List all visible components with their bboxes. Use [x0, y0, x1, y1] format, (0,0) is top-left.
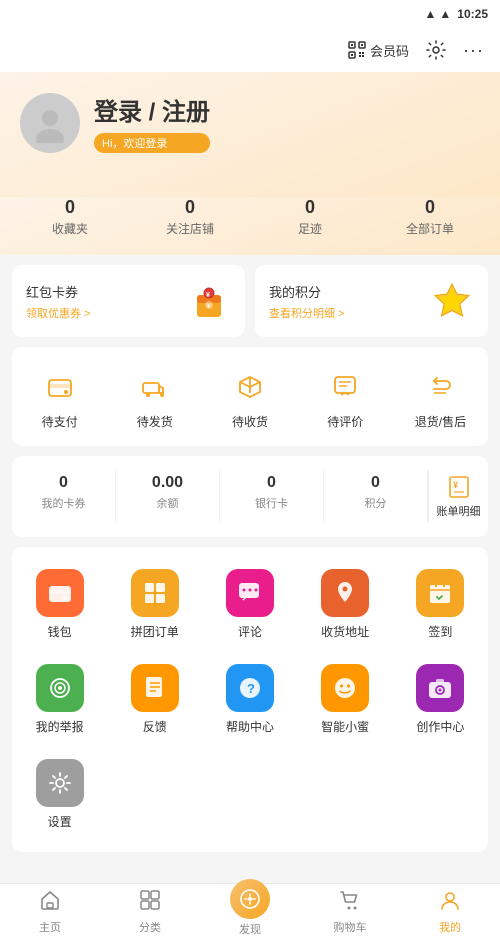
feature-item-钱包[interactable]: 钱包 — [12, 557, 107, 652]
feature-icon-收货地址 — [321, 569, 369, 617]
settings-btn[interactable] — [425, 39, 447, 61]
svg-text:¥: ¥ — [206, 292, 210, 299]
settings-icon — [425, 39, 447, 61]
feature-item-反馈[interactable]: 反馈 — [107, 652, 202, 747]
points-svg — [431, 280, 473, 322]
balance-item-我的卡券[interactable]: 0我的卡券 — [12, 470, 116, 523]
feature-item-拼团订单[interactable]: 拼团订单 — [107, 557, 202, 652]
status-time: 10:25 — [457, 7, 488, 21]
feature-icon-钱包 — [36, 569, 84, 617]
signal-icon: ▲ — [425, 7, 437, 21]
feature-item-我的举报[interactable]: 我的举报 — [12, 652, 107, 747]
member-code-btn[interactable]: 会员码 — [348, 41, 409, 60]
nav-item-我的[interactable]: 我的 — [400, 884, 500, 939]
nav-label-我的: 我的 — [439, 919, 461, 935]
balance-section-wrap: 0我的卡券0.00余额0银行卡0积分 ¥ 账单明细 — [0, 446, 500, 537]
nav-item-购物车[interactable]: 购物车 — [300, 884, 400, 939]
feature-section: 钱包 拼团订单 评论 收货地址 签到 我的举报 反馈 ? 帮助中心 — [12, 547, 488, 852]
feature-icon-评论 — [226, 569, 274, 617]
red-packet-link[interactable]: 领取优惠券 > — [26, 305, 177, 321]
feature-item-评论[interactable]: 评论 — [202, 557, 297, 652]
discover-nav — [230, 887, 270, 919]
order-section: 待支付待发货待收货待评价退货/售后 — [12, 347, 488, 446]
welcome-badge[interactable]: Hi，欢迎登录 — [94, 133, 210, 153]
feature-icon-拼团订单 — [131, 569, 179, 617]
red-packet-card[interactable]: 红包卡券 领取优惠券 > ¥ ¥ — [12, 265, 245, 337]
nav-label-主页: 主页 — [39, 919, 61, 935]
status-bar: ▲ ▲ 10:25 — [0, 0, 500, 28]
feature-icon-帮助中心: ? — [226, 664, 274, 712]
red-packet-icon: ¥ ¥ — [187, 279, 231, 323]
cards-section: 红包卡券 领取优惠券 > ¥ ¥ 我的积分 查看积分明细 > — [0, 255, 500, 337]
order-icon-待收货[interactable]: 待收货 — [202, 361, 297, 440]
cards-row: 红包卡券 领取优惠券 > ¥ ¥ 我的积分 查看积分明细 > — [12, 265, 488, 337]
bottom-nav: 主页 分类 发现 购物车 我的 — [0, 883, 500, 939]
wifi-icon: ▲ — [439, 7, 451, 21]
bill-icon: ¥ — [446, 474, 472, 500]
more-btn[interactable]: ··· — [463, 40, 484, 61]
nav-item-分类[interactable]: 分类 — [100, 884, 200, 939]
points-card[interactable]: 我的积分 查看积分明细 > — [255, 265, 488, 337]
feature-icon-我的举报 — [36, 664, 84, 712]
nav-label-分类: 分类 — [139, 919, 161, 935]
login-title[interactable]: 登录 / 注册 — [94, 92, 210, 127]
stat-item[interactable]: 0全部订单 — [370, 197, 490, 237]
more-icon: ··· — [463, 40, 484, 61]
nav-item-主页[interactable]: 主页 — [0, 884, 100, 939]
balance-item-积分[interactable]: 0积分 — [324, 470, 428, 523]
red-packet-title: 红包卡券 — [26, 282, 177, 301]
svg-text:¥: ¥ — [453, 480, 458, 490]
feature-icon-签到 — [416, 569, 464, 617]
order-icons-row: 待支付待发货待收货待评价退货/售后 — [12, 361, 488, 440]
signal-icons: ▲ ▲ — [425, 7, 452, 21]
profile-section: 登录 / 注册 Hi，欢迎登录 — [0, 72, 500, 197]
stat-item[interactable]: 0关注店铺 — [130, 197, 250, 237]
stat-item[interactable]: 0收藏夹 — [10, 197, 130, 237]
feature-item-智能小蜜[interactable]: 智能小蜜 — [298, 652, 393, 747]
points-link[interactable]: 查看积分明细 > — [269, 305, 420, 321]
feature-grid: 钱包 拼团订单 评论 收货地址 签到 我的举报 反馈 ? 帮助中心 — [12, 557, 488, 842]
svg-text:?: ? — [247, 681, 255, 696]
order-icon-待支付[interactable]: 待支付 — [12, 361, 107, 440]
avatar-icon — [30, 103, 70, 143]
balance-bill-btn[interactable]: ¥ 账单明细 — [428, 470, 488, 523]
qr-icon — [348, 41, 366, 59]
points-icon — [430, 279, 474, 323]
points-title: 我的积分 — [269, 282, 420, 301]
nav-icon-主页 — [39, 889, 61, 917]
nav-icon-购物车 — [339, 889, 361, 917]
feature-item-帮助中心[interactable]: ? 帮助中心 — [202, 652, 297, 747]
nav-item-发现[interactable]: 发现 — [200, 884, 300, 939]
stat-item[interactable]: 0足迹 — [250, 197, 370, 237]
balance-item-银行卡[interactable]: 0银行卡 — [220, 470, 324, 523]
stats-section: 0收藏夹0关注店铺0足迹0全部订单 — [0, 197, 500, 255]
header-bar: 会员码 ··· — [0, 28, 500, 72]
order-icon-退货/售后[interactable]: 退货/售后 — [393, 361, 488, 440]
balance-row: 0我的卡券0.00余额0银行卡0积分 ¥ 账单明细 — [12, 470, 488, 523]
balance-item-余额[interactable]: 0.00余额 — [116, 470, 220, 523]
order-icon-待发货[interactable]: 待发货 — [107, 361, 202, 440]
nav-icon-分类 — [139, 889, 161, 917]
nav-label-购物车: 购物车 — [334, 919, 367, 935]
red-packet-svg: ¥ ¥ — [189, 281, 229, 321]
feature-item-签到[interactable]: 签到 — [393, 557, 488, 652]
order-icon-待评价[interactable]: 待评价 — [298, 361, 393, 440]
avatar[interactable] — [20, 93, 80, 153]
feature-section-wrap: 钱包 拼团订单 评论 收货地址 签到 我的举报 反馈 ? 帮助中心 — [0, 537, 500, 852]
feature-icon-反馈 — [131, 664, 179, 712]
feature-icon-智能小蜜 — [321, 664, 369, 712]
feature-item-设置[interactable]: 设置 — [12, 747, 107, 842]
order-section-wrap: 待支付待发货待收货待评价退货/售后 — [0, 337, 500, 446]
balance-section: 0我的卡券0.00余额0银行卡0积分 ¥ 账单明细 — [12, 456, 488, 537]
feature-item-收货地址[interactable]: 收货地址 — [298, 557, 393, 652]
nav-icon-我的 — [439, 889, 461, 917]
member-code-label: 会员码 — [370, 41, 409, 60]
stats-items: 0收藏夹0关注店铺0足迹0全部订单 — [10, 197, 490, 237]
feature-item-创作中心[interactable]: 创作中心 — [393, 652, 488, 747]
feature-icon-设置 — [36, 759, 84, 807]
feature-icon-创作中心 — [416, 664, 464, 712]
